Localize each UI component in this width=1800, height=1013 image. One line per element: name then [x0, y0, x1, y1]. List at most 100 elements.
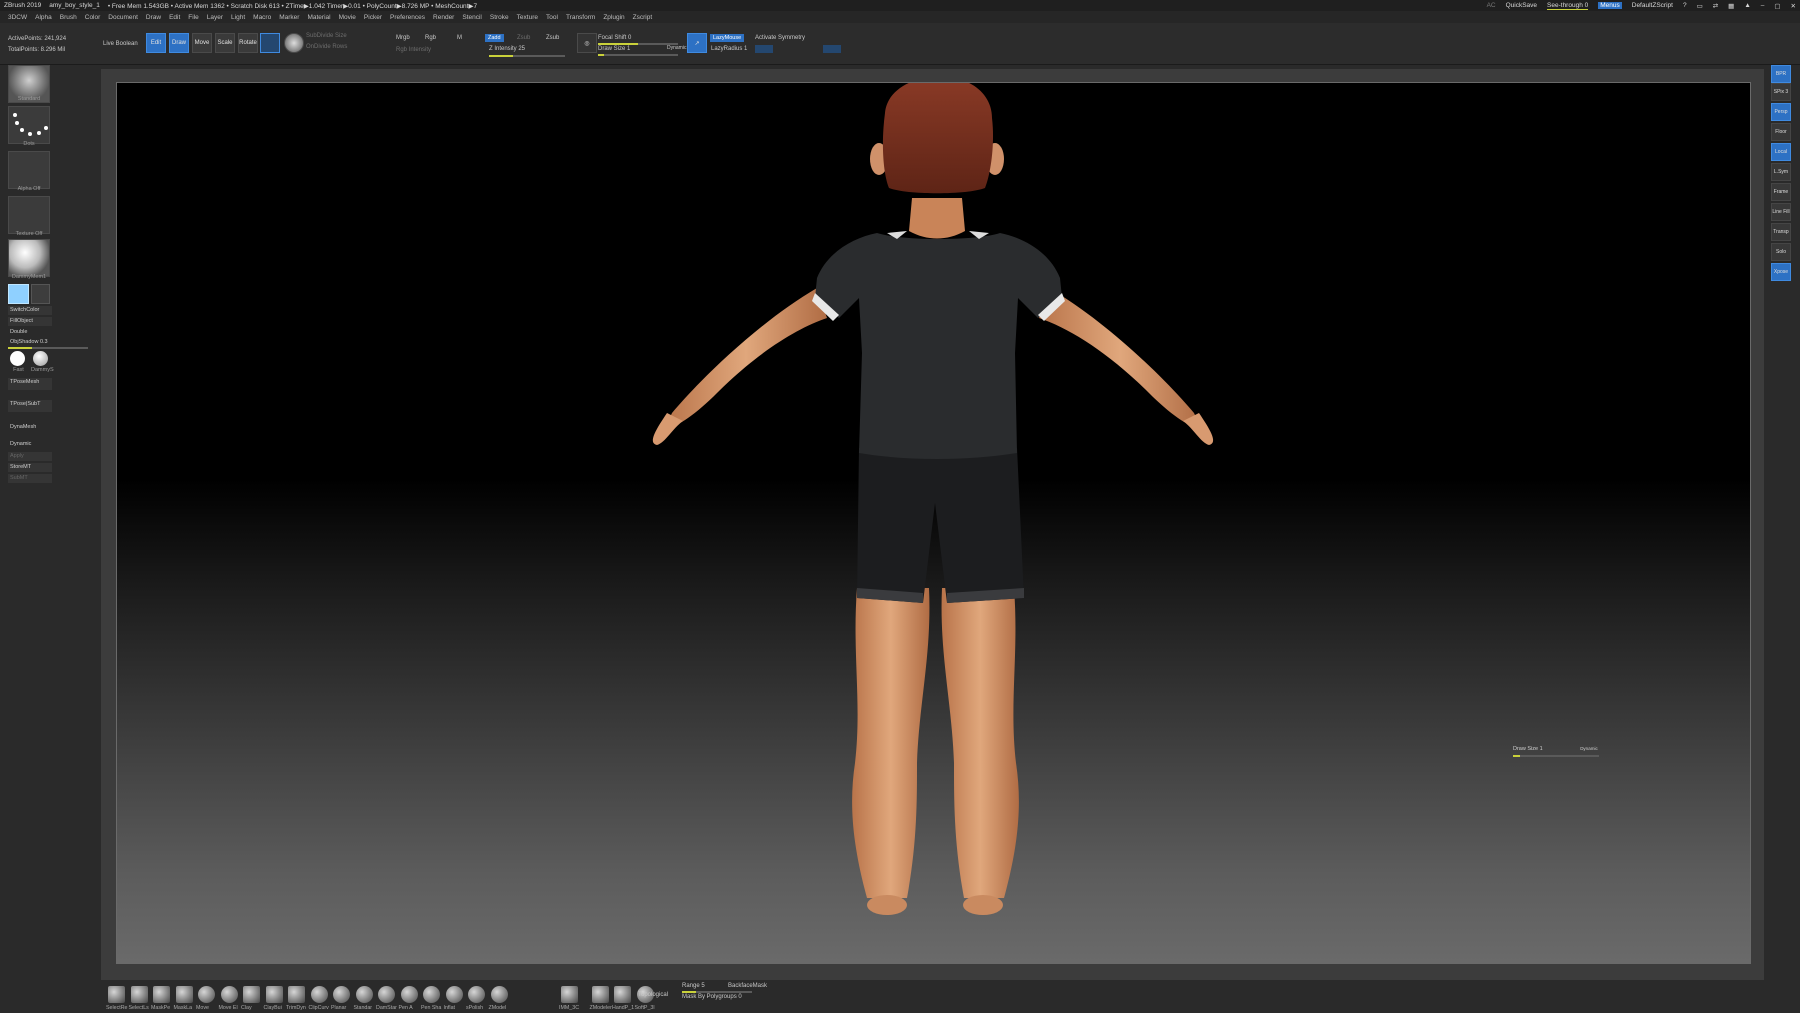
brush-handp-1-icon[interactable]	[614, 986, 631, 1003]
subdivide-size-slider[interactable]: SubDivide Size	[306, 33, 347, 39]
edit-button[interactable]: Edit	[146, 33, 166, 53]
menu-preferences[interactable]: Preferences	[390, 14, 425, 21]
symmetry-x-button[interactable]	[755, 45, 773, 53]
menu-transform[interactable]: Transform	[566, 14, 595, 21]
ondivide-rows-slider[interactable]: OnDivide Rows	[306, 44, 347, 50]
brush-settings-icon[interactable]: ◎	[577, 33, 597, 53]
brush-maskpe-icon[interactable]	[153, 986, 170, 1003]
brush-zmodel-icon[interactable]	[490, 986, 508, 1003]
obj-shadow-slider[interactable]: ObjShadow 0.3	[8, 338, 88, 347]
menu-zscript[interactable]: Zscript	[633, 14, 653, 21]
brush-damstar-icon[interactable]	[378, 986, 395, 1003]
brush-claybui-icon[interactable]	[265, 986, 283, 1003]
canvas-draw-size-indicator[interactable]: Draw Size 1 Dynamic	[1513, 746, 1599, 757]
zadd-button[interactable]: Zadd	[485, 34, 504, 42]
menu-material[interactable]: Material	[307, 14, 330, 21]
tpose-subt-button[interactable]: TPose|SubT	[8, 400, 52, 412]
brush-pen-a-icon[interactable]	[400, 986, 418, 1003]
brush-trimdyn-icon[interactable]	[288, 986, 305, 1003]
menu-texture[interactable]: Texture	[517, 14, 538, 21]
tpose-mesh-button[interactable]: TPoseMesh	[8, 378, 52, 390]
fill-object-button[interactable]: FillObject	[8, 317, 52, 326]
rgb-button[interactable]: Rgb	[425, 35, 436, 41]
menu-3dcw[interactable]: 3DCW	[8, 14, 27, 21]
right-tray-local-button[interactable]: Local	[1771, 143, 1791, 161]
menu-brush[interactable]: Brush	[60, 14, 77, 21]
canvas-draw-size-track[interactable]	[1513, 755, 1599, 757]
help-icon[interactable]: ?	[1683, 2, 1687, 9]
maximize-icon[interactable]: ▢	[1774, 2, 1780, 10]
brush-move-el-icon[interactable]	[220, 986, 238, 1003]
lazyradius-slider[interactable]: LazyRadius 1	[711, 46, 747, 52]
obj-shadow-track[interactable]	[8, 347, 88, 349]
lazymouse-icon[interactable]: ↗	[687, 33, 707, 53]
brush-clay-icon[interactable]	[243, 986, 260, 1003]
menu-macro[interactable]: Macro	[253, 14, 271, 21]
mask-by-polygroups-slider[interactable]: Mask By Polygroups 0	[682, 994, 742, 1000]
right-tray-bpr-button[interactable]: BPR	[1771, 65, 1791, 83]
m-button[interactable]: M	[457, 35, 462, 41]
menu-document[interactable]: Document	[108, 14, 138, 21]
right-tray-transp-button[interactable]: Transp	[1771, 223, 1791, 241]
brush-spolish-icon[interactable]	[468, 986, 485, 1003]
material-thumbnail[interactable]	[8, 239, 50, 277]
brush-standar-icon[interactable]	[355, 986, 373, 1003]
brush-selectre-icon[interactable]	[108, 986, 125, 1003]
polyframe-button[interactable]	[260, 33, 280, 53]
lazymouse-button[interactable]: LazyMouse	[710, 34, 745, 42]
texture-thumbnail[interactable]	[8, 196, 50, 234]
right-tray-spix-3-button[interactable]: SPix 3	[1771, 83, 1791, 101]
brush-planar-icon[interactable]	[333, 986, 350, 1003]
brush-maskla-icon[interactable]	[175, 986, 193, 1003]
switch-icon[interactable]: ⇄	[1713, 2, 1718, 10]
menu-picker[interactable]: Picker	[364, 14, 382, 21]
menu-light[interactable]: Light	[231, 14, 245, 21]
draw-size-slider[interactable]: Draw Size 1	[598, 46, 630, 52]
right-tray-line-fill-button[interactable]: Line Fill	[1771, 203, 1791, 221]
menu-stroke[interactable]: Stroke	[490, 14, 509, 21]
live-boolean-button[interactable]: Live Boolean	[103, 41, 138, 47]
brush-selectls-icon[interactable]	[130, 986, 148, 1003]
double-button[interactable]: Double	[8, 328, 52, 337]
right-tray-floor-button[interactable]: Floor	[1771, 123, 1791, 141]
draw-button[interactable]: Draw	[169, 33, 189, 53]
menu-zplugin[interactable]: Zplugin	[603, 14, 624, 21]
brush-zmodeler-icon[interactable]	[591, 986, 609, 1003]
focal-shift-track[interactable]	[598, 43, 678, 45]
menu-tool[interactable]: Tool	[546, 14, 558, 21]
dynamesh-button[interactable]: DynaMesh	[8, 423, 52, 432]
menus-button[interactable]: Menus	[1598, 2, 1622, 9]
layout-icon[interactable]: ▭	[1697, 2, 1703, 10]
secondary-color-swatch[interactable]	[31, 284, 50, 304]
apply-button[interactable]: Apply	[8, 452, 52, 461]
right-tray-xpose-button[interactable]: Xpose	[1771, 263, 1791, 281]
rotate-button[interactable]: Rotate	[238, 33, 258, 53]
range-track[interactable]	[682, 991, 752, 993]
brush-clipcurv-icon[interactable]	[310, 986, 328, 1003]
draw-size-track[interactable]	[598, 54, 678, 56]
menu-edit[interactable]: Edit	[169, 14, 180, 21]
brush-move-icon[interactable]	[198, 986, 215, 1003]
range-slider[interactable]: Range 5	[682, 983, 705, 989]
brush-inflat-icon[interactable]	[445, 986, 463, 1003]
menu-stencil[interactable]: Stencil	[462, 14, 482, 21]
minimize-icon[interactable]: –	[1761, 2, 1765, 9]
backface-mask-button[interactable]: BackfaceMask	[728, 983, 767, 989]
sub-mt-button[interactable]: SubMT	[8, 474, 52, 483]
alpha-thumbnail[interactable]	[8, 151, 50, 189]
menu-color[interactable]: Color	[85, 14, 101, 21]
symmetry-r-button[interactable]	[823, 45, 841, 53]
dynamic-toggle[interactable]: Dynamic	[8, 440, 52, 449]
quicksave-button[interactable]: QuickSave	[1506, 2, 1537, 9]
default-zscript[interactable]: DefaultZScript	[1632, 2, 1673, 9]
character-model[interactable]	[117, 83, 1752, 965]
activate-symmetry-button[interactable]: Activate Symmetry	[755, 35, 805, 41]
material-sphere-icon[interactable]	[284, 33, 304, 53]
menu-draw[interactable]: Draw	[146, 14, 161, 21]
menu-render[interactable]: Render	[433, 14, 454, 21]
close-icon[interactable]: ✕	[1791, 2, 1796, 10]
menu-layer[interactable]: Layer	[207, 14, 223, 21]
brush-pen-sha-icon[interactable]	[423, 986, 440, 1003]
switch-color-button[interactable]: SwitchColor	[8, 306, 52, 315]
menu-alpha[interactable]: Alpha	[35, 14, 52, 21]
